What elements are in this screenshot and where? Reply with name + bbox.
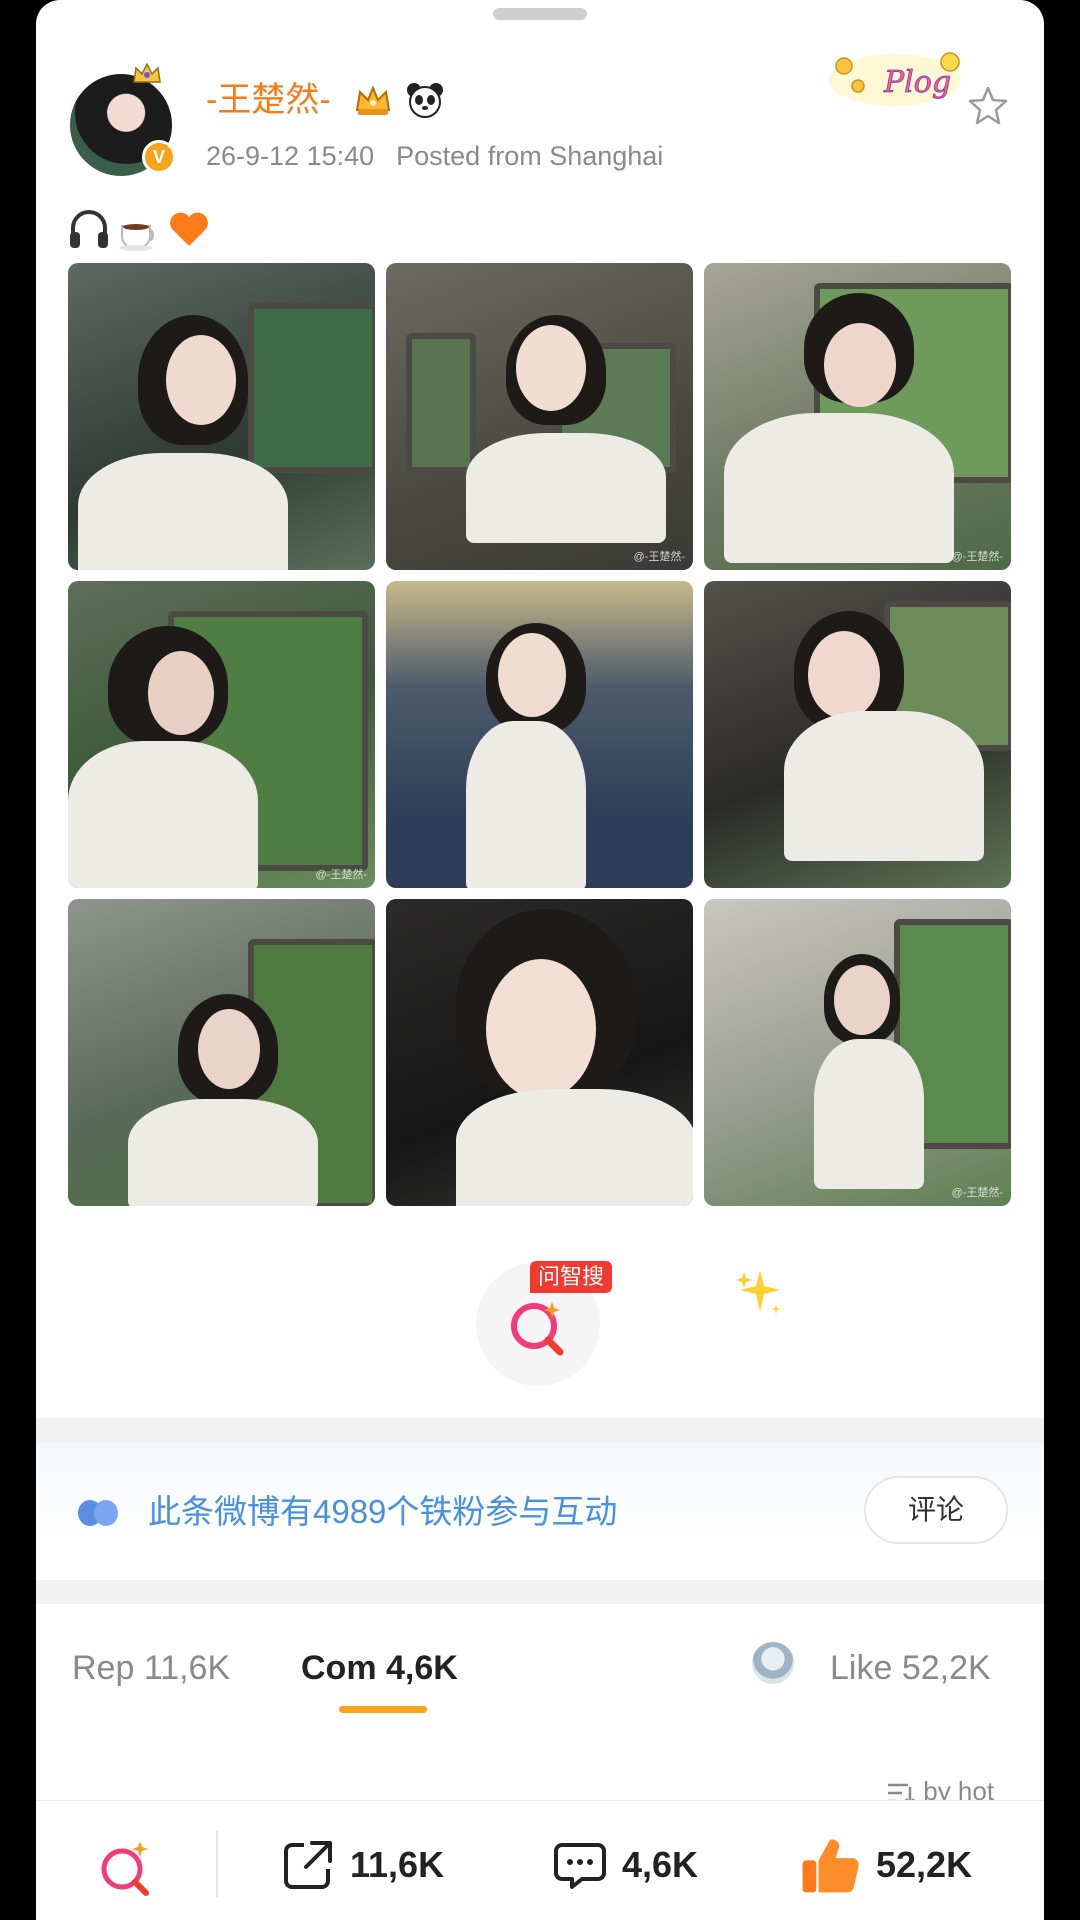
photo-watermark: @-王楚然- <box>951 1187 1004 1199</box>
orange-heart-icon <box>170 212 208 246</box>
photo-3[interactable]: @-王楚然- <box>704 263 1011 570</box>
engagement-tabs: Rep 11,6K Com 4,6K Like 52,2K <box>36 1606 1044 1726</box>
active-tab-indicator <box>339 1706 427 1713</box>
panda-icon <box>407 83 443 118</box>
avatar-crown-decoration-icon <box>133 62 161 83</box>
coffee-icon <box>119 224 155 251</box>
headphones-icon <box>70 210 108 248</box>
liker-avatar <box>750 1640 796 1686</box>
post-detail-sheet: V -王楚然- 26-9-12 15:40 Posted from Shangha… <box>36 0 1044 1920</box>
photo-8[interactable] <box>386 899 693 1206</box>
verified-badge-icon: V <box>142 140 176 174</box>
photo-1[interactable] <box>68 263 375 570</box>
photo-watermark: @-王楚然- <box>951 551 1004 563</box>
comment-action-button[interactable]: 4,6K <box>552 1835 698 1895</box>
fans-interaction-row: 此条微博有4989个铁粉参与互动 评论 <box>36 1442 1044 1580</box>
photo-7[interactable] <box>68 899 375 1206</box>
username[interactable]: -王楚然- <box>206 80 331 120</box>
like-count: 52,2K <box>876 1844 973 1885</box>
tab-comments[interactable]: Com 4,6K <box>301 1646 458 1690</box>
drag-handle[interactable] <box>493 8 587 20</box>
comment-count: 4,6K <box>622 1844 699 1885</box>
ai-search-badge: 问智搜 <box>530 1261 613 1293</box>
tab-reposts[interactable]: Rep 11,6K <box>72 1646 230 1690</box>
photo-2[interactable]: @-王楚然- <box>386 263 693 570</box>
like-button[interactable]: 52,2K <box>798 1835 972 1895</box>
fans-interaction-text[interactable]: 此条微博有4989个铁粉参与互动 <box>148 1490 617 1534</box>
photo-5[interactable] <box>386 581 693 888</box>
post-meta: 26-9-12 15:40 Posted from Shanghai <box>206 140 663 172</box>
comment-icon <box>554 1843 606 1889</box>
bottom-action-bar: 11,6K 4,6K 52,2K <box>36 1800 1044 1920</box>
plog-sticker-text: Plog <box>883 65 951 100</box>
share-button[interactable]: 11,6K <box>280 1835 444 1895</box>
photo-6[interactable] <box>704 581 1011 888</box>
comment-button[interactable]: 评论 <box>864 1476 1008 1544</box>
bar-separator <box>216 1831 218 1897</box>
photo-watermark: @-王楚然- <box>315 869 368 881</box>
post-location: Posted from Shanghai <box>396 141 664 171</box>
crown-badge-icon <box>355 85 391 115</box>
post-timestamp: 26-9-12 15:40 <box>206 141 375 171</box>
section-divider <box>36 1580 1044 1604</box>
thumbs-up-icon <box>802 1839 859 1893</box>
post-text-emojis <box>66 206 212 254</box>
photo-4[interactable]: @-王楚然- <box>68 581 375 888</box>
photo-9[interactable]: @-王楚然- <box>704 899 1011 1206</box>
share-icon <box>284 1841 332 1889</box>
share-count: 11,6K <box>350 1844 445 1885</box>
plog-sticker-icon: Plog <box>829 52 961 106</box>
sparkles-icon <box>736 1270 781 1314</box>
photo-grid: @-王楚然- @-王楚然- @-王楚然- @-王楚然- <box>68 263 1012 1207</box>
ai-search-shortcut-icon[interactable] <box>94 1835 160 1901</box>
tab-likes[interactable]: Like 52,2K <box>830 1646 991 1690</box>
favorite-star-icon[interactable] <box>966 84 1010 128</box>
section-divider <box>36 1418 1044 1442</box>
fans-icon <box>78 1500 118 1526</box>
photo-watermark: @-王楚然- <box>633 551 686 563</box>
